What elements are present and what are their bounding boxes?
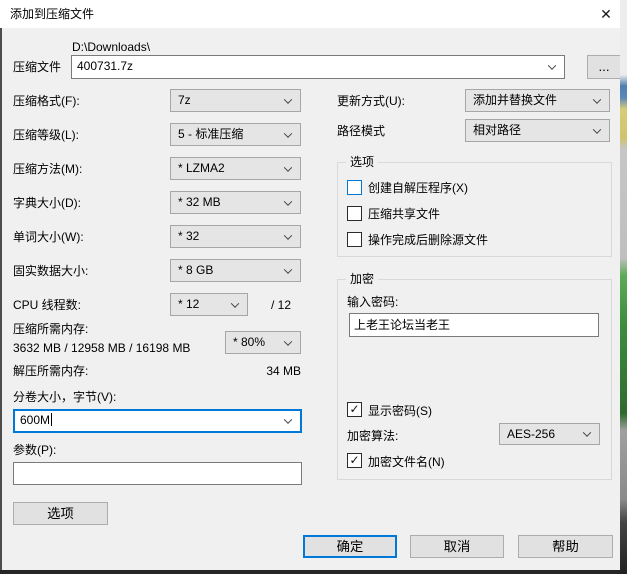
path-mode-select[interactable]: 相对路径 bbox=[465, 119, 610, 142]
chevron-down-icon bbox=[582, 428, 592, 437]
dictionary-select[interactable]: * 32 MB bbox=[170, 191, 301, 214]
delete-after-checkbox[interactable] bbox=[347, 232, 362, 247]
chevron-down-icon bbox=[283, 94, 293, 104]
method-label: 压缩方法(M): bbox=[13, 162, 83, 176]
split-volume-value: 600M bbox=[20, 413, 51, 427]
text-caret bbox=[51, 413, 53, 426]
chevron-down-icon bbox=[283, 336, 293, 346]
dictionary-value: * 32 MB bbox=[178, 195, 221, 209]
chevron-down-icon[interactable] bbox=[283, 415, 293, 424]
delete-after-label[interactable]: 操作完成后删除源文件 bbox=[368, 233, 488, 247]
password-label: 输入密码: bbox=[347, 295, 399, 309]
compress-shared-checkbox[interactable] bbox=[347, 206, 362, 221]
cpu-threads-value: * 12 bbox=[178, 297, 200, 311]
password-value: 上老王论坛当老王 bbox=[354, 318, 451, 332]
format-value: 7z bbox=[178, 93, 191, 107]
path-mode-label: 路径模式 bbox=[337, 124, 386, 138]
memory-usage-select[interactable]: * 80% bbox=[225, 331, 301, 354]
solid-size-label: 固实数据大小: bbox=[13, 264, 89, 278]
encrypt-filenames-label[interactable]: 加密文件名(N) bbox=[368, 455, 445, 469]
split-volume-input[interactable]: 600M bbox=[13, 409, 302, 433]
word-size-label: 单词大小(W): bbox=[13, 230, 84, 244]
checkmark-icon: ✓ bbox=[349, 453, 360, 467]
update-mode-select[interactable]: 添加并替换文件 bbox=[465, 89, 610, 112]
window-title: 添加到压缩文件 bbox=[10, 7, 95, 21]
word-size-select[interactable]: * 32 bbox=[170, 225, 301, 248]
encrypt-filenames-checkbox[interactable]: ✓ bbox=[347, 453, 362, 468]
ok-button[interactable]: 确定 bbox=[303, 535, 397, 558]
checkmark-icon: ✓ bbox=[349, 402, 360, 416]
chevron-down-icon bbox=[283, 264, 293, 274]
chevron-down-icon bbox=[283, 230, 293, 240]
chevron-down-icon bbox=[230, 298, 240, 308]
password-input[interactable]: 上老王论坛当老王 bbox=[349, 313, 599, 337]
compress-shared-label[interactable]: 压缩共享文件 bbox=[368, 207, 440, 221]
format-label: 压缩格式(F): bbox=[13, 94, 80, 108]
browse-button[interactable]: ... bbox=[587, 55, 621, 79]
memory-decompress-value: 34 MB bbox=[266, 364, 301, 378]
chevron-down-icon[interactable] bbox=[547, 61, 557, 70]
show-password-label[interactable]: 显示密码(S) bbox=[368, 404, 432, 418]
desktop-background-sliver bbox=[620, 0, 627, 574]
method-value: * LZMA2 bbox=[178, 161, 225, 175]
cpu-threads-select[interactable]: * 12 bbox=[170, 293, 248, 316]
chevron-down-icon bbox=[592, 124, 602, 134]
close-icon[interactable]: ✕ bbox=[592, 0, 620, 28]
titlebar: 添加到压缩文件 ✕ bbox=[0, 0, 620, 28]
dictionary-label: 字典大小(D): bbox=[13, 196, 81, 210]
path-mode-value: 相对路径 bbox=[473, 123, 522, 137]
chevron-down-icon bbox=[283, 196, 293, 206]
cpu-threads-max-text: / 12 bbox=[271, 298, 292, 312]
split-volume-label: 分卷大小，字节(V): bbox=[13, 390, 117, 404]
chevron-down-icon bbox=[592, 94, 602, 104]
word-size-value: * 32 bbox=[178, 229, 200, 243]
create-sfx-label[interactable]: 创建自解压程序(X) bbox=[368, 181, 468, 195]
encryption-method-value: AES-256 bbox=[507, 427, 556, 441]
archive-file-label: 压缩文件 bbox=[13, 60, 62, 74]
options-button[interactable]: 选项 bbox=[13, 502, 108, 525]
method-select[interactable]: * LZMA2 bbox=[170, 157, 301, 180]
options-group-title: 选项 bbox=[346, 155, 379, 170]
encryption-group-title: 加密 bbox=[346, 272, 379, 287]
chevron-down-icon bbox=[283, 128, 293, 138]
archive-name-value: 400731.7z bbox=[77, 59, 134, 73]
update-mode-value: 添加并替换文件 bbox=[473, 93, 558, 107]
solid-size-select[interactable]: * 8 GB bbox=[170, 259, 301, 282]
archive-directory-text: D:\Downloads\ bbox=[72, 40, 151, 54]
encryption-group: 加密 bbox=[337, 272, 612, 480]
format-select[interactable]: 7z bbox=[170, 89, 301, 112]
memory-compress-detail: 3632 MB / 12958 MB / 16198 MB bbox=[13, 341, 191, 355]
memory-usage-value: * 80% bbox=[233, 335, 266, 349]
memory-compress-label: 压缩所需内存: bbox=[13, 322, 89, 336]
parameters-input[interactable] bbox=[13, 462, 302, 485]
chevron-down-icon bbox=[283, 162, 293, 172]
level-label: 压缩等级(L): bbox=[13, 128, 80, 142]
memory-decompress-label: 解压所需内存: bbox=[13, 364, 89, 378]
solid-size-value: * 8 GB bbox=[178, 263, 214, 277]
update-mode-label: 更新方式(U): bbox=[337, 94, 405, 108]
encryption-method-label: 加密算法: bbox=[347, 429, 399, 443]
create-sfx-checkbox[interactable] bbox=[347, 180, 362, 195]
cancel-button[interactable]: 取消 bbox=[410, 535, 504, 558]
parameters-label: 参数(P): bbox=[13, 443, 57, 457]
encryption-method-select[interactable]: AES-256 bbox=[499, 423, 600, 445]
help-button[interactable]: 帮助 bbox=[518, 535, 613, 558]
level-select[interactable]: 5 - 标准压缩 bbox=[170, 123, 301, 146]
archive-name-input[interactable]: 400731.7z bbox=[71, 55, 565, 79]
window-left-border bbox=[0, 28, 2, 570]
window-bottom-border bbox=[0, 570, 627, 574]
cpu-threads-label: CPU 线程数: bbox=[13, 298, 82, 312]
level-value: 5 - 标准压缩 bbox=[178, 127, 244, 141]
show-password-checkbox[interactable]: ✓ bbox=[347, 402, 362, 417]
